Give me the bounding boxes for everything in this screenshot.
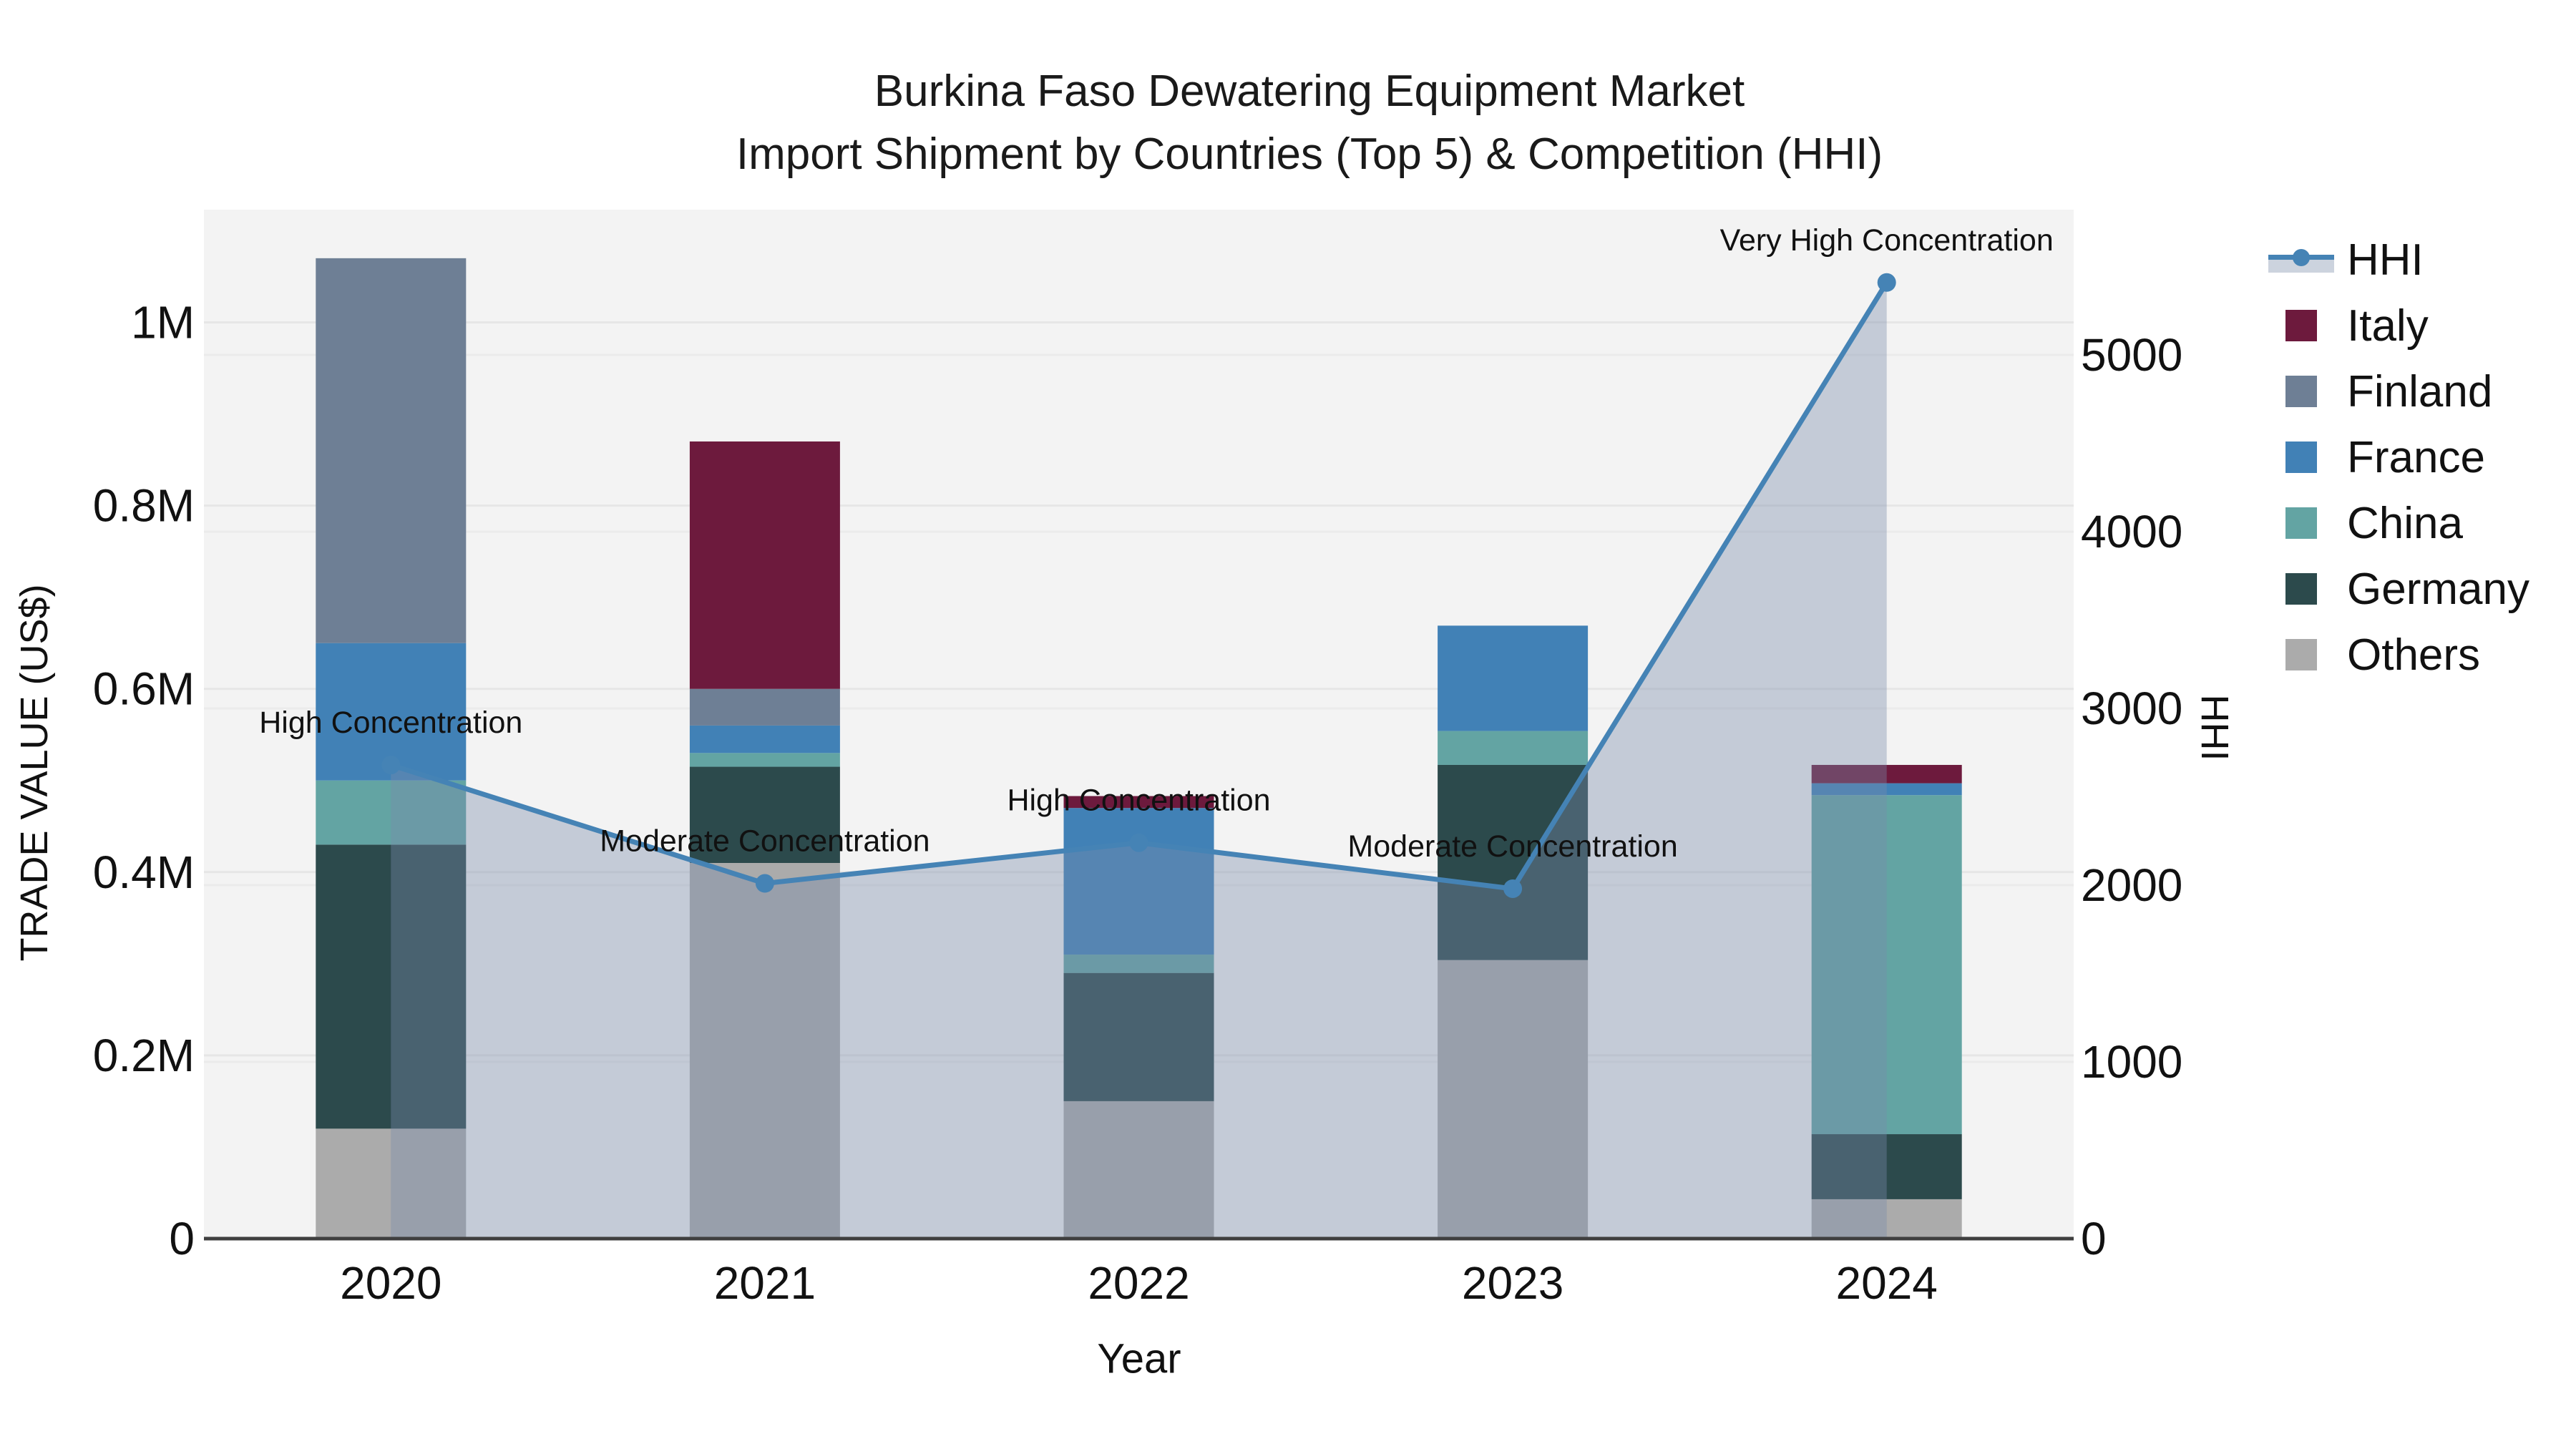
annotation-2020: High Concentration (259, 706, 522, 740)
bar-segment-finland-2020[interactable] (316, 258, 467, 643)
legend-color-swatch-germany (2285, 573, 2317, 605)
annotation-2023: Moderate Concentration (1347, 829, 1677, 864)
y-tick-label-left-0.8M: 0.8M (93, 480, 195, 532)
hhi-point-2022[interactable] (1129, 833, 1148, 852)
legend: HHI Italy Finland France China Germany Others (2268, 227, 2529, 688)
x-tick-label-2022: 2022 (1088, 1257, 1189, 1309)
legend-color-swatch-finland (2285, 376, 2317, 407)
bar-segment-france-2023[interactable] (1438, 625, 1589, 731)
legend-color-swatch-china (2285, 507, 2317, 539)
x-tick-label-2023: 2023 (1462, 1257, 1563, 1309)
hhi-marker-swatch (2293, 249, 2310, 266)
legend-swatch-box (2268, 310, 2334, 341)
x-axis-title: Year (1097, 1335, 1181, 1382)
bar-segment-italy-2021[interactable] (689, 441, 840, 689)
bar-segment-finland-2021[interactable] (689, 688, 840, 726)
legend-swatch-box (2268, 507, 2334, 539)
hhi-point-2021[interactable] (755, 874, 774, 893)
legend-swatch-box (2268, 441, 2334, 473)
legend-color-swatch-italy (2285, 310, 2317, 341)
y-axis-title-right: HHI (2193, 694, 2236, 761)
legend-swatch-box (2268, 376, 2334, 407)
x-tick-label-2024: 2024 (1836, 1257, 1938, 1309)
legend-item-italy[interactable]: Italy (2268, 293, 2529, 358)
hhi-point-2024[interactable] (1877, 273, 1896, 292)
y-axis-title-left: TRADE VALUE (US$) (13, 584, 56, 962)
legend-item-france[interactable]: France (2268, 424, 2529, 490)
chart-canvas: Burkina Faso Dewatering Equipment Market… (0, 0, 2576, 1449)
legend-color-swatch-others (2285, 639, 2317, 670)
y-tick-label-right-1000: 1000 (2081, 1036, 2182, 1088)
legend-item-finland[interactable]: Finland (2268, 358, 2529, 424)
y-tick-label-left-0.6M: 0.6M (93, 663, 195, 715)
legend-item-others[interactable]: Others (2268, 622, 2529, 688)
legend-item-china[interactable]: China (2268, 490, 2529, 556)
y-tick-label-right-5000: 5000 (2081, 329, 2182, 381)
legend-item-germany[interactable]: Germany (2268, 556, 2529, 622)
legend-label: France (2347, 432, 2485, 482)
y-tick-label-left-0.4M: 0.4M (93, 847, 195, 898)
annotation-2021: Moderate Concentration (600, 824, 930, 859)
legend-label: China (2347, 498, 2463, 548)
hhi-legend-swatch-icon (2268, 245, 2334, 275)
x-tick-label-2020: 2020 (340, 1257, 441, 1309)
bar-segment-france-2021[interactable] (689, 725, 840, 753)
legend-label: Italy (2347, 301, 2429, 351)
y-tick-label-right-4000: 4000 (2081, 506, 2182, 557)
y-tick-label-right-0: 0 (2081, 1213, 2107, 1264)
legend-swatch-box (2268, 245, 2334, 275)
legend-label: HHI (2347, 235, 2424, 285)
legend-swatch-box (2268, 573, 2334, 605)
y-tick-label-left-0.2M: 0.2M (93, 1030, 195, 1081)
legend-swatch-box (2268, 639, 2334, 670)
annotation-2024: Very High Concentration (1720, 223, 2054, 258)
legend-color-swatch-france (2285, 441, 2317, 473)
hhi-point-2023[interactable] (1503, 879, 1523, 898)
bar-segment-china-2023[interactable] (1438, 731, 1589, 765)
plot-svg: 0 0.2M 0.4M 0.6M 0.8M 1M 0 1000 2000 3000 4000 5000… (93, 210, 2182, 1309)
y-tick-label-left-1M: 1M (131, 297, 195, 348)
y-tick-label-right-3000: 3000 (2081, 683, 2182, 734)
legend-label: Germany (2347, 564, 2529, 614)
y-tick-label-right-2000: 2000 (2081, 859, 2182, 911)
y-tick-label-left-0: 0 (169, 1213, 195, 1264)
legend-label: Finland (2347, 366, 2493, 416)
bar-segment-china-2021[interactable] (689, 753, 840, 767)
hhi-point-2020[interactable] (381, 756, 401, 775)
legend-item-hhi[interactable]: HHI (2268, 227, 2529, 293)
legend-label: Others (2347, 630, 2481, 680)
x-tick-label-2021: 2021 (714, 1257, 816, 1309)
annotation-2022: High Concentration (1007, 784, 1270, 818)
